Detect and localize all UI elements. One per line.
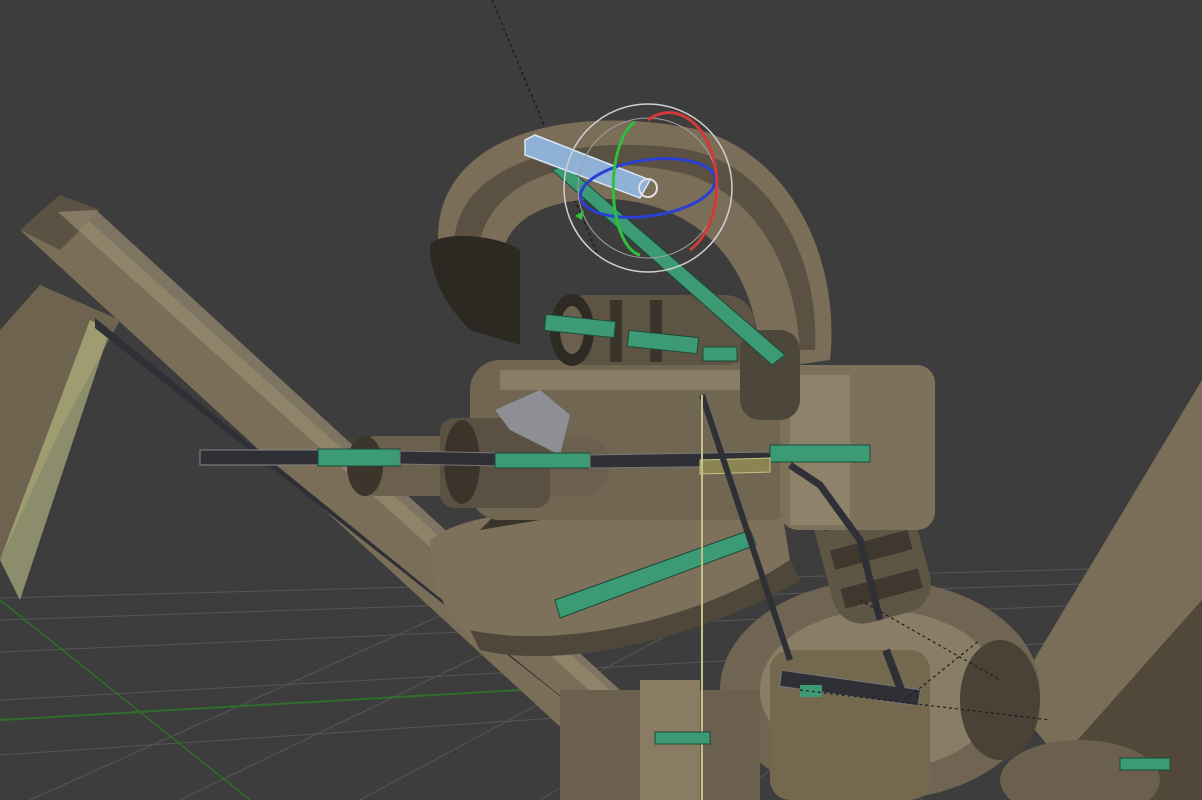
bone-barrel-3[interactable]	[494, 452, 591, 469]
bone-barrel-joint[interactable]	[699, 457, 771, 475]
bone-barrel-5[interactable]	[769, 444, 871, 463]
3d-viewport[interactable]	[0, 0, 1202, 800]
bone-hip-green[interactable]	[800, 685, 822, 697]
bone-barrel-2[interactable]	[399, 450, 501, 467]
bone-barrel-tip[interactable]	[199, 449, 321, 466]
bone-right-foot[interactable]	[1119, 757, 1171, 771]
bone-upper-barrel-3[interactable]	[702, 346, 738, 362]
bone-barrel-1[interactable]	[317, 448, 401, 467]
bone-leg-lower[interactable]	[654, 731, 711, 745]
viewport-canvas[interactable]	[0, 0, 1202, 800]
